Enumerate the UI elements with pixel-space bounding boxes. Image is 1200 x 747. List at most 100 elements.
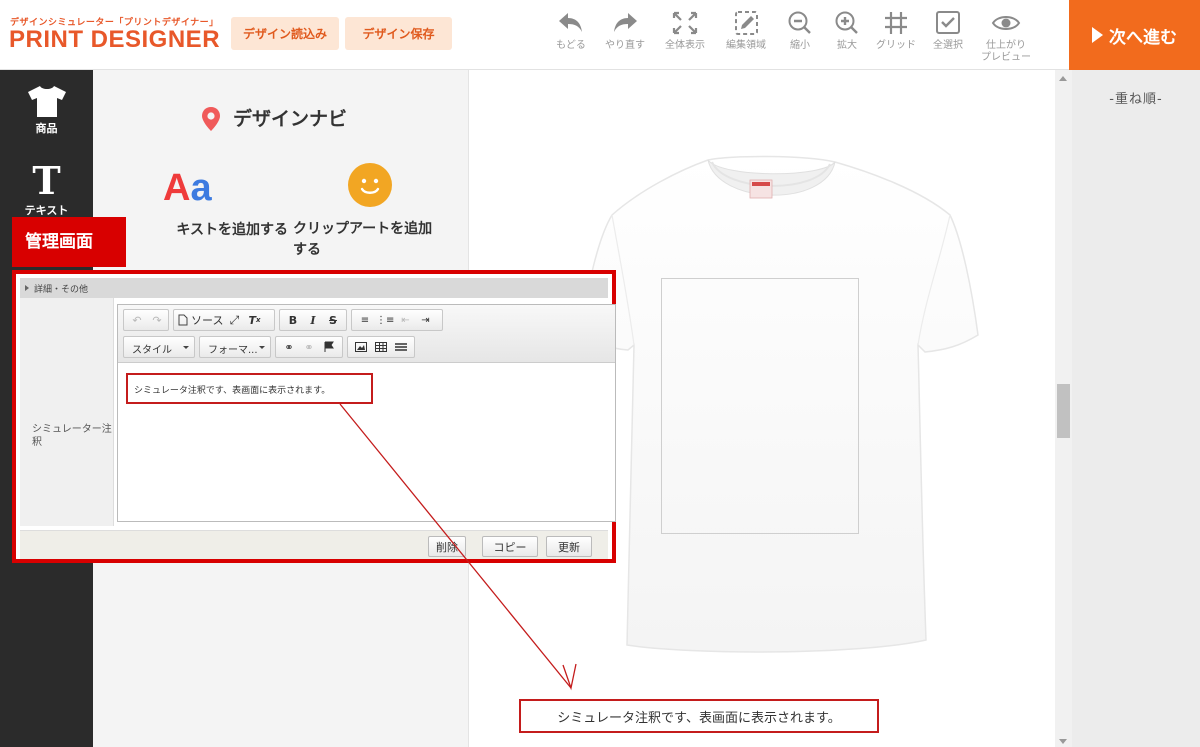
link-group: ⚭ ⚭ bbox=[275, 336, 343, 358]
basic-style-group: B I S bbox=[279, 309, 347, 331]
grid-icon bbox=[885, 12, 907, 34]
redo-label: やり直す bbox=[605, 40, 645, 51]
editor-content-area[interactable]: シミュレータ注釈です、表画面に表示されます。 bbox=[118, 363, 615, 521]
insert-group bbox=[347, 336, 415, 358]
undo-icon bbox=[559, 13, 582, 32]
save-design-button[interactable]: デザイン保存 bbox=[345, 17, 452, 50]
preview-button[interactable]: 仕上がり プレビュー bbox=[976, 10, 1036, 64]
header-bar: デザインシミュレーター「プリントデザイナー」 PRINT DESIGNER デザ… bbox=[0, 0, 1200, 70]
style-select-value: スタイル bbox=[132, 345, 172, 356]
strike-button[interactable]: S bbox=[324, 311, 342, 329]
horizontal-rule-icon[interactable] bbox=[392, 338, 410, 356]
admin-screen-panel: 詳細・その他 シミュレーター注釈 ↶ ↷ ソース ⤢ Tx B I S ≡ ⋮≡… bbox=[12, 270, 616, 563]
edit-area-label: 編集領域 bbox=[726, 40, 766, 51]
link-icon[interactable]: ⚭ bbox=[280, 338, 298, 356]
add-text-link[interactable]: キストを追加する bbox=[113, 219, 288, 239]
copy-button[interactable]: コピー bbox=[482, 536, 538, 557]
fit-view-button[interactable]: 全体表示 bbox=[655, 10, 715, 52]
storefront-note: シミュレータ注釈です、表画面に表示されます。 bbox=[519, 699, 879, 733]
scroll-up-arrow-icon[interactable] bbox=[1059, 76, 1067, 81]
canvas-scrollbar[interactable] bbox=[1055, 70, 1072, 747]
scroll-down-arrow-icon[interactable] bbox=[1059, 739, 1067, 744]
image-icon[interactable] bbox=[352, 338, 370, 356]
details-section-header[interactable]: 詳細・その他 bbox=[20, 278, 608, 298]
map-pin-icon bbox=[202, 107, 220, 131]
delete-button[interactable]: 削除 bbox=[428, 536, 466, 557]
zoom-out-icon bbox=[788, 11, 811, 34]
editor-redo-icon[interactable]: ↷ bbox=[148, 311, 166, 329]
list-group: ≡ ⋮≡ ⇤ ⇥ bbox=[351, 309, 443, 331]
admin-screen-label: 管理画面 bbox=[12, 217, 126, 267]
rich-text-editor: ↶ ↷ ソース ⤢ Tx B I S ≡ ⋮≡ ⇤ ⇥ スタイル フォーマ...… bbox=[117, 304, 616, 522]
next-step-label: 次へ進む bbox=[1109, 27, 1177, 48]
clear-format-icon[interactable]: Tx bbox=[245, 311, 263, 329]
undo-button[interactable]: もどる bbox=[541, 10, 601, 52]
layer-order-panel: -重ね順- bbox=[1072, 70, 1200, 747]
expand-arrow-icon bbox=[25, 285, 29, 291]
fit-view-label: 全体表示 bbox=[665, 40, 705, 51]
maximize-icon[interactable]: ⤢ bbox=[225, 311, 243, 329]
anchor-flag-icon[interactable] bbox=[320, 338, 338, 356]
sidebar-item-product[interactable]: 商品 bbox=[0, 84, 93, 136]
sidebar-product-label: 商品 bbox=[35, 122, 58, 135]
update-button[interactable]: 更新 bbox=[546, 536, 592, 557]
source-button[interactable]: ソース bbox=[178, 311, 223, 329]
details-section-title: 詳細・その他 bbox=[34, 285, 89, 295]
next-step-button[interactable]: 次へ進む bbox=[1069, 0, 1200, 70]
aa-letter-capital: A bbox=[163, 167, 191, 209]
scroll-thumb[interactable] bbox=[1057, 384, 1070, 438]
print-area-frame[interactable] bbox=[661, 278, 859, 534]
redo-button[interactable]: やり直す bbox=[595, 10, 655, 52]
simulator-note-field-label: シミュレーター注釈 bbox=[32, 424, 112, 448]
italic-button[interactable]: I bbox=[304, 311, 322, 329]
format-dropdown-icon bbox=[259, 346, 265, 349]
select-all-label: 全選択 bbox=[933, 40, 963, 51]
tshirt-icon bbox=[27, 86, 66, 117]
fullscreen-icon bbox=[672, 11, 698, 35]
add-text-icon[interactable]: Aa bbox=[163, 167, 212, 210]
add-clipart-line1: クリップアートを追加 bbox=[293, 221, 433, 237]
source-label: ソース bbox=[191, 314, 224, 327]
undo-label: もどる bbox=[556, 40, 586, 51]
format-select-value: フォーマ... bbox=[208, 345, 258, 356]
eye-icon bbox=[991, 16, 1021, 30]
numbered-list-icon[interactable]: ≡ bbox=[356, 311, 374, 329]
grid-button[interactable]: グリッド bbox=[866, 10, 926, 52]
admin-footer: 削除 コピー 更新 bbox=[20, 530, 608, 559]
preview-label-2: プレビュー bbox=[981, 52, 1031, 63]
history-group: ↶ ↷ bbox=[123, 309, 169, 331]
edit-area-button[interactable]: 編集領域 bbox=[716, 10, 776, 52]
editor-undo-icon[interactable]: ↶ bbox=[128, 311, 146, 329]
aa-letter-small: a bbox=[190, 167, 212, 209]
select-all-button[interactable]: 全選択 bbox=[918, 10, 978, 52]
logo[interactable]: PRINT DESIGNER bbox=[9, 26, 220, 54]
bold-button[interactable]: B bbox=[284, 311, 302, 329]
design-navi-title: デザインナビ bbox=[233, 108, 348, 130]
field-label-column: シミュレーター注釈 bbox=[20, 298, 114, 526]
editor-toolbar: ↶ ↷ ソース ⤢ Tx B I S ≡ ⋮≡ ⇤ ⇥ スタイル フォーマ...… bbox=[118, 305, 615, 363]
preview-label-1: 仕上がり bbox=[986, 40, 1026, 51]
table-icon[interactable] bbox=[372, 338, 390, 356]
format-select[interactable]: フォーマ... bbox=[199, 336, 271, 358]
sidebar-item-text[interactable]: T テキスト bbox=[0, 162, 93, 218]
add-clipart-link[interactable]: クリップアートを追加 する bbox=[293, 219, 453, 261]
add-clipart-line2: する bbox=[293, 242, 321, 258]
style-dropdown-icon bbox=[183, 346, 189, 349]
source-group: ソース ⤢ Tx bbox=[173, 309, 275, 331]
smiley-icon[interactable] bbox=[347, 162, 393, 208]
text-icon: T bbox=[32, 158, 61, 203]
document-icon bbox=[178, 314, 188, 326]
sidebar-text-label: テキスト bbox=[24, 204, 69, 217]
redo-icon bbox=[614, 13, 637, 32]
indent-icon[interactable]: ⇥ bbox=[416, 311, 434, 329]
outdent-icon[interactable]: ⇤ bbox=[396, 311, 414, 329]
bulleted-list-icon[interactable]: ⋮≡ bbox=[376, 311, 394, 329]
play-icon bbox=[1092, 27, 1103, 43]
load-design-button[interactable]: デザイン読込み bbox=[231, 17, 339, 50]
grid-label: グリッド bbox=[876, 40, 916, 51]
zoom-in-icon bbox=[835, 11, 858, 34]
checkbox-icon bbox=[936, 11, 960, 34]
style-select[interactable]: スタイル bbox=[123, 336, 195, 358]
unlink-icon[interactable]: ⚭ bbox=[300, 338, 318, 356]
edit-area-icon bbox=[735, 11, 758, 35]
